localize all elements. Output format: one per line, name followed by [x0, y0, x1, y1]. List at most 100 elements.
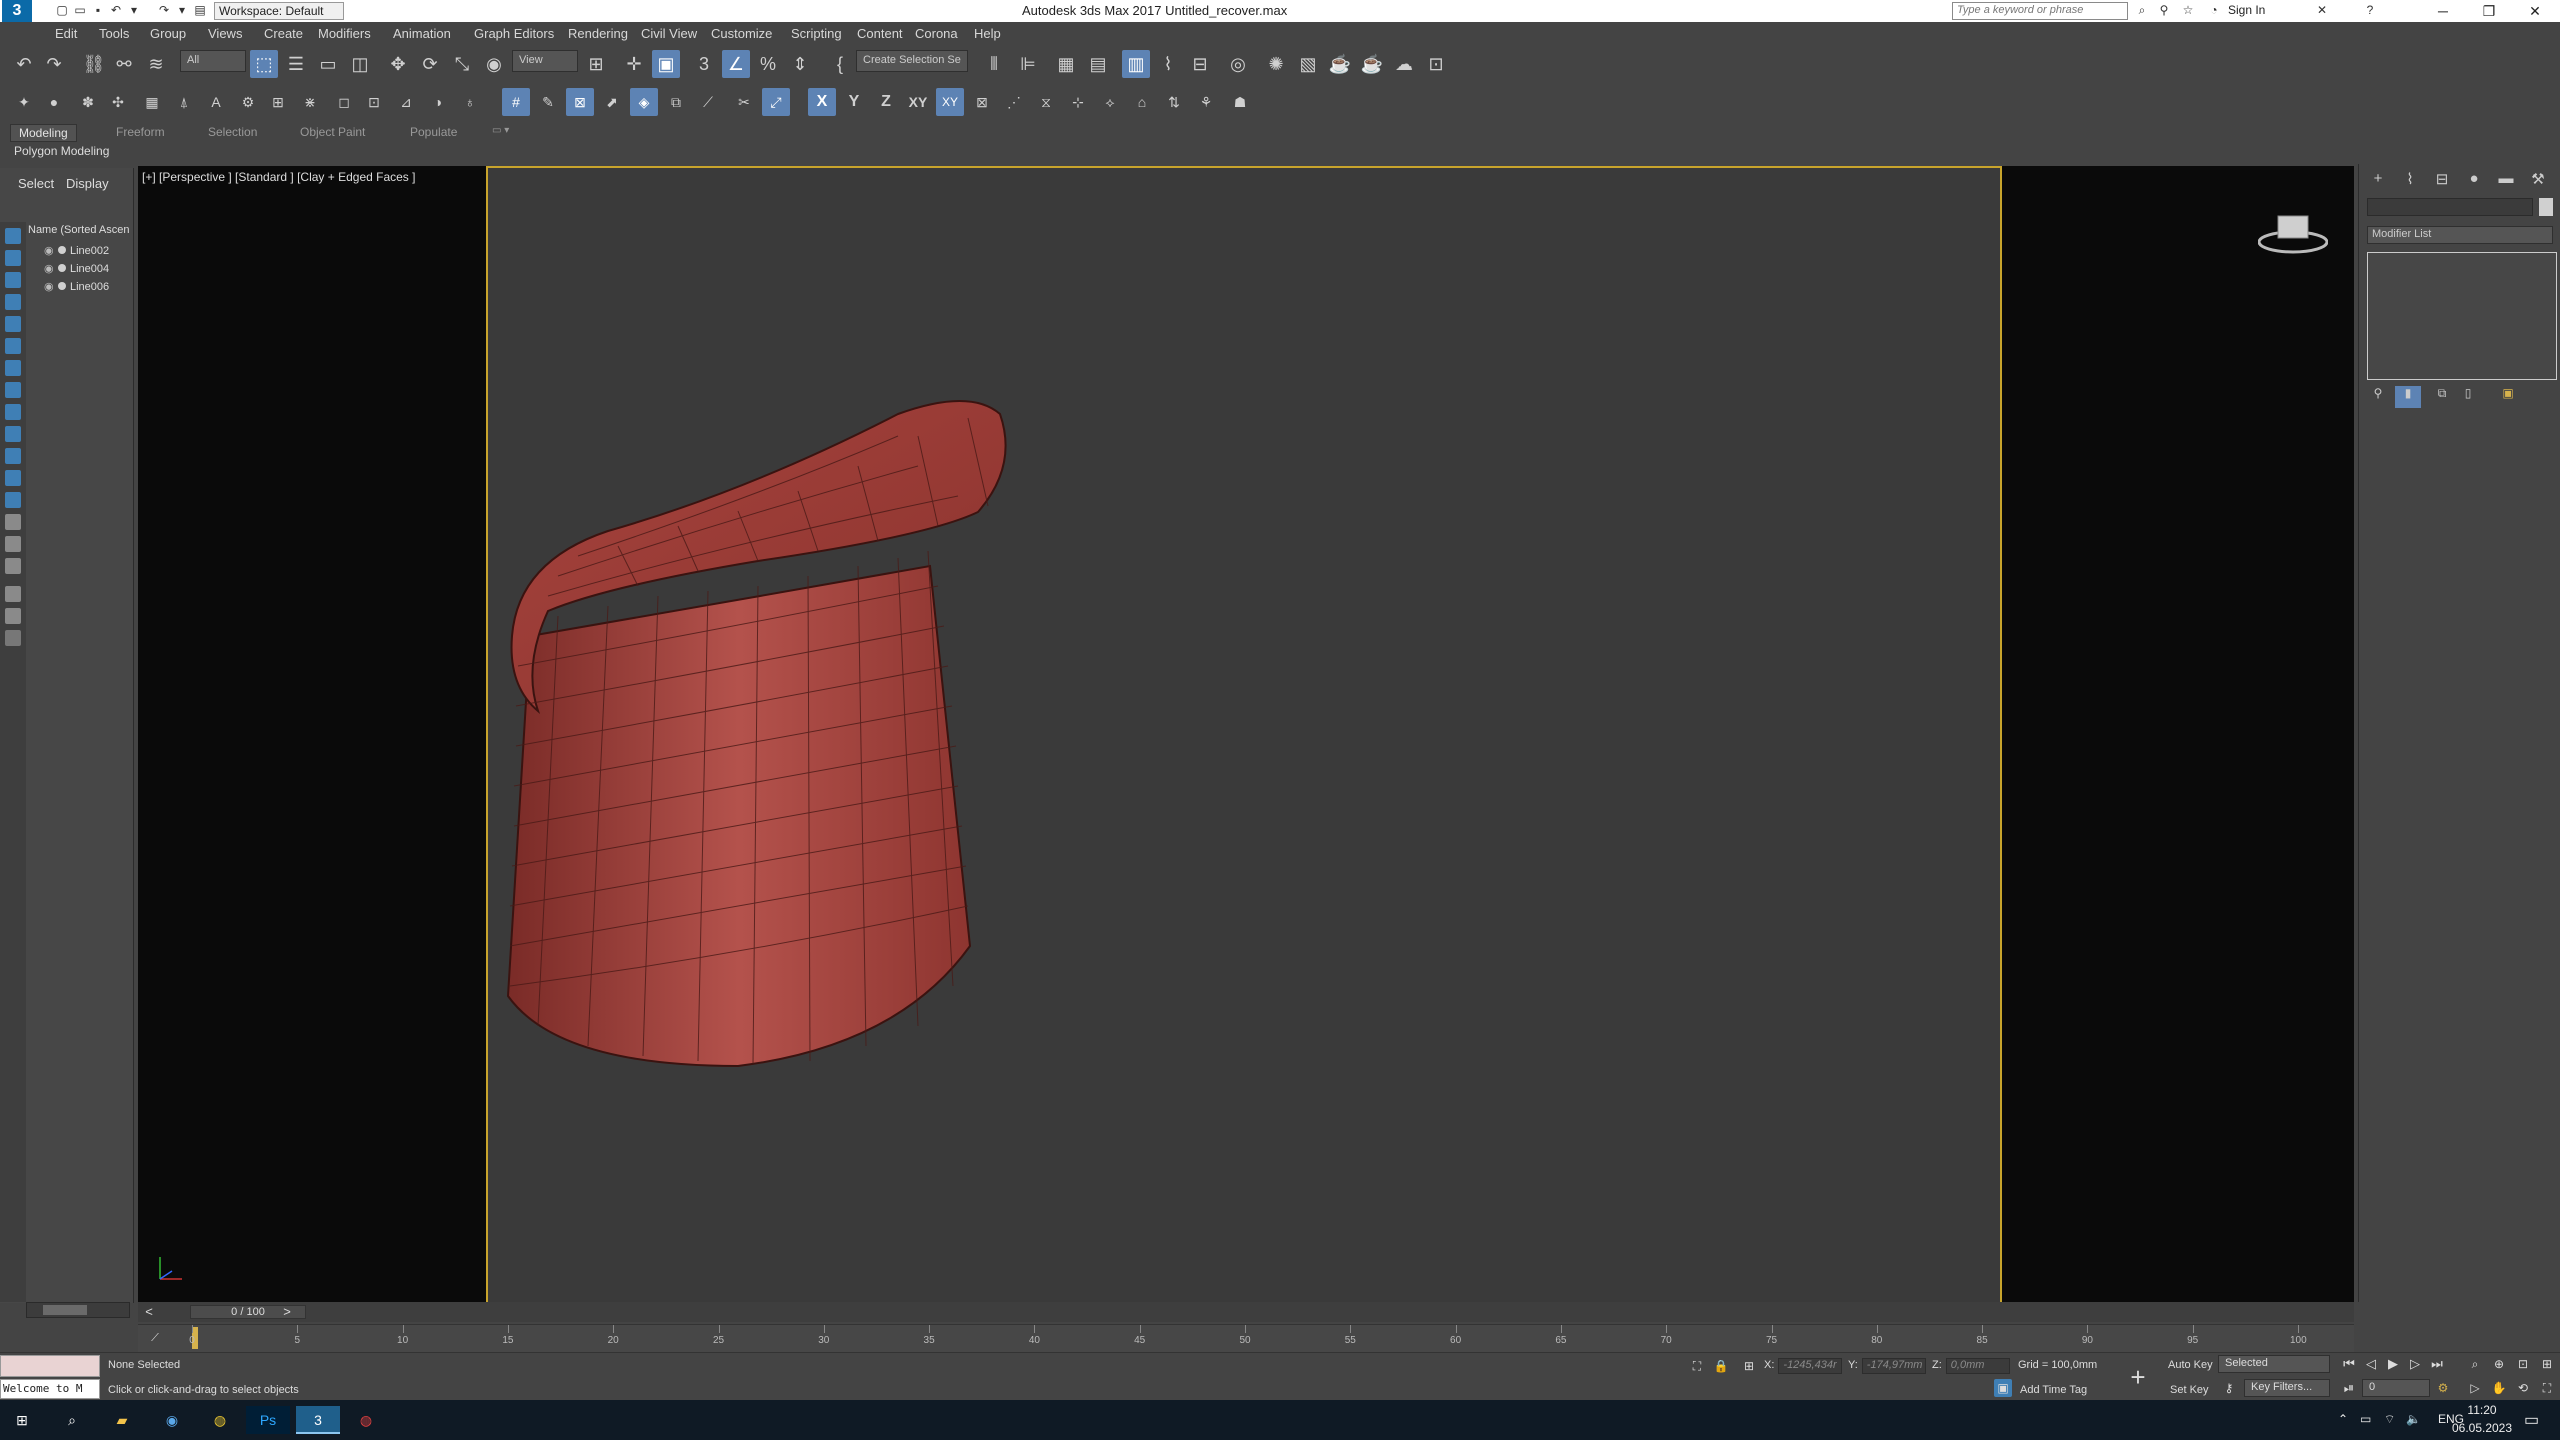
- set-key-button[interactable]: Set Key: [2170, 1384, 2209, 1396]
- tray-wifi-icon[interactable]: ⌔: [2384, 1412, 2395, 1427]
- exchange-apps-icon[interactable]: ✕: [2314, 3, 2330, 19]
- constrain-xy-icon[interactable]: XY: [904, 88, 932, 116]
- filter-icon[interactable]: [5, 586, 21, 602]
- toggle-ribbon-icon[interactable]: ▥: [1122, 50, 1150, 78]
- display-shapes-icon[interactable]: [5, 272, 21, 288]
- display-frozen-icon[interactable]: [5, 470, 21, 486]
- x-coordinate-field[interactable]: -1245,434r: [1778, 1358, 1843, 1374]
- mirror-icon[interactable]: ⫴: [980, 50, 1008, 78]
- vray-icon[interactable]: ⊿: [392, 88, 420, 116]
- notifications-icon[interactable]: ▭: [2524, 1410, 2539, 1430]
- menu-help[interactable]: Help: [974, 26, 1001, 41]
- restore-icon[interactable]: ❐: [2466, 0, 2512, 22]
- app-logo-icon[interactable]: 3: [2, 0, 32, 22]
- edit-icon[interactable]: ✎: [534, 88, 562, 116]
- go-to-end-icon[interactable]: ⏭: [2428, 1355, 2446, 1373]
- current-frame-field[interactable]: 0: [2362, 1379, 2430, 1397]
- rotate-icon[interactable]: ⟳: [416, 50, 444, 78]
- display-geometry-icon[interactable]: [5, 250, 21, 266]
- dope-icon[interactable]: ⚙: [234, 88, 262, 116]
- menu-create[interactable]: Create: [264, 26, 303, 41]
- chair-model[interactable]: [138, 166, 2354, 1304]
- orbit-icon[interactable]: ⟲: [2514, 1379, 2532, 1397]
- y-coordinate-field[interactable]: -174,97mm: [1861, 1358, 1926, 1374]
- viewcube[interactable]: [2257, 206, 2329, 256]
- angle-snap-icon[interactable]: ∠: [722, 50, 750, 78]
- workspace-dropdown[interactable]: Workspace: Default: [214, 2, 344, 20]
- axis-tool-icon[interactable]: ⊠: [968, 88, 996, 116]
- menu-scripting[interactable]: Scripting: [791, 26, 842, 41]
- menu-content[interactable]: Content: [857, 26, 903, 41]
- schematic-view-icon[interactable]: ⊟: [1186, 50, 1214, 78]
- clone-icon[interactable]: ⟡: [1096, 88, 1124, 116]
- save-file-icon[interactable]: ▪: [90, 3, 106, 19]
- new-file-icon[interactable]: ▢: [54, 3, 70, 19]
- snaps-toggle-icon[interactable]: 3: [690, 50, 718, 78]
- scale-icon[interactable]: ⤡: [448, 50, 476, 78]
- pin-stack-icon[interactable]: ⚲: [2365, 386, 2391, 408]
- taskbar-search-icon[interactable]: ⌕: [50, 1406, 94, 1434]
- keyboard-shortcut-override-icon[interactable]: ▣: [652, 50, 680, 78]
- rectangular-selection-icon[interactable]: ▭: [314, 50, 342, 78]
- redo-icon[interactable]: ↷: [156, 3, 172, 19]
- user-icon[interactable]: ◔: [2206, 3, 2222, 19]
- shape-icon[interactable]: ◻: [330, 88, 358, 116]
- file-explorer-icon[interactable]: ▰: [100, 1406, 144, 1434]
- app-globe-icon[interactable]: ◉: [150, 1406, 194, 1434]
- spinner-snap-icon[interactable]: ⇕: [786, 50, 814, 78]
- named-selection-dropdown[interactable]: Create Selection Se: [856, 50, 968, 72]
- sphere-icon[interactable]: ●: [40, 88, 68, 116]
- tape-icon[interactable]: ⟋: [694, 88, 722, 116]
- visibility-eye-icon[interactable]: ◉: [44, 280, 54, 293]
- zoom-all-icon[interactable]: ⊕: [2490, 1355, 2508, 1373]
- modifier-icon[interactable]: ⍋: [170, 88, 198, 116]
- snapshot-icon[interactable]: ⧖: [1032, 88, 1060, 116]
- render-iterative-icon[interactable]: ☕: [1358, 50, 1386, 78]
- selection-filter-dropdown[interactable]: All: [180, 50, 246, 72]
- undo-icon[interactable]: ↶: [10, 50, 38, 78]
- maximize-viewport-icon[interactable]: ⛶: [2538, 1379, 2556, 1397]
- render-setup-icon[interactable]: ✺: [1262, 50, 1290, 78]
- modify-tab-icon[interactable]: ⌇: [2397, 170, 2423, 192]
- open-mini-curve-editor-icon[interactable]: ⟋: [146, 1329, 164, 1347]
- align-camera-icon[interactable]: ⌂: [1128, 88, 1156, 116]
- isolate-selection-icon[interactable]: ⛶: [1688, 1357, 1706, 1375]
- edit-named-selection-icon[interactable]: {: [826, 50, 854, 78]
- tab-modeling[interactable]: Modeling: [10, 124, 77, 142]
- spacing-icon[interactable]: ⊹: [1064, 88, 1092, 116]
- display-bones-icon[interactable]: [5, 426, 21, 442]
- display-lights-icon[interactable]: [5, 294, 21, 310]
- clock-date[interactable]: 06.05.2023: [2444, 1421, 2520, 1435]
- display-xrefs-icon[interactable]: [5, 404, 21, 420]
- visibility-eye-icon[interactable]: ◉: [44, 244, 54, 257]
- grid-snap-icon[interactable]: #: [502, 88, 530, 116]
- menu-graph-editors[interactable]: Graph Editors: [474, 26, 554, 41]
- undo-dropdown-icon[interactable]: ▾: [126, 3, 142, 19]
- redo-icon[interactable]: ↷: [40, 50, 68, 78]
- tab-object-paint[interactable]: Object Paint: [292, 124, 373, 142]
- display-cameras-icon[interactable]: [5, 316, 21, 332]
- move-icon[interactable]: ✥: [384, 50, 412, 78]
- bulb-icon[interactable]: ♁: [456, 88, 484, 116]
- select-grid-icon[interactable]: ⊠: [566, 88, 594, 116]
- chrome-app-icon[interactable]: ◍: [344, 1406, 388, 1434]
- motion-tab-icon[interactable]: ●: [2461, 170, 2487, 192]
- pan-view-icon[interactable]: ✋: [2490, 1379, 2508, 1397]
- crosshair-icon[interactable]: ✛: [620, 50, 648, 78]
- column-header-name[interactable]: Name (Sorted Ascen: [28, 224, 130, 236]
- display-hidden-icon[interactable]: [5, 492, 21, 508]
- track-bar[interactable]: ⟋ 0 5 10 15 20 25 30 35 40 45 50 55 60 65 70 75 80 85 90 95…: [138, 1324, 2354, 1352]
- menu-customize[interactable]: Customize: [711, 26, 772, 41]
- selection-lock-icon[interactable]: 🔒: [1712, 1357, 1730, 1375]
- zoom-extents-all-icon[interactable]: ⊞: [2538, 1355, 2556, 1373]
- 3ds-max-taskbar-icon[interactable]: 3: [296, 1406, 340, 1434]
- list-item[interactable]: ◉ Line004: [44, 262, 109, 275]
- maxscript-mini-listener[interactable]: Welcome to M: [0, 1379, 100, 1399]
- next-frame-icon[interactable]: ▷: [2406, 1355, 2424, 1373]
- close-icon[interactable]: ✕: [2512, 0, 2558, 22]
- scene-explorer-scrollbar[interactable]: [26, 1302, 130, 1318]
- auto-key-button[interactable]: Auto Key: [2168, 1359, 2213, 1371]
- render-in-cloud-icon[interactable]: ☁: [1390, 50, 1418, 78]
- display-groups-icon[interactable]: [5, 382, 21, 398]
- invert-display-icon[interactable]: [5, 536, 21, 552]
